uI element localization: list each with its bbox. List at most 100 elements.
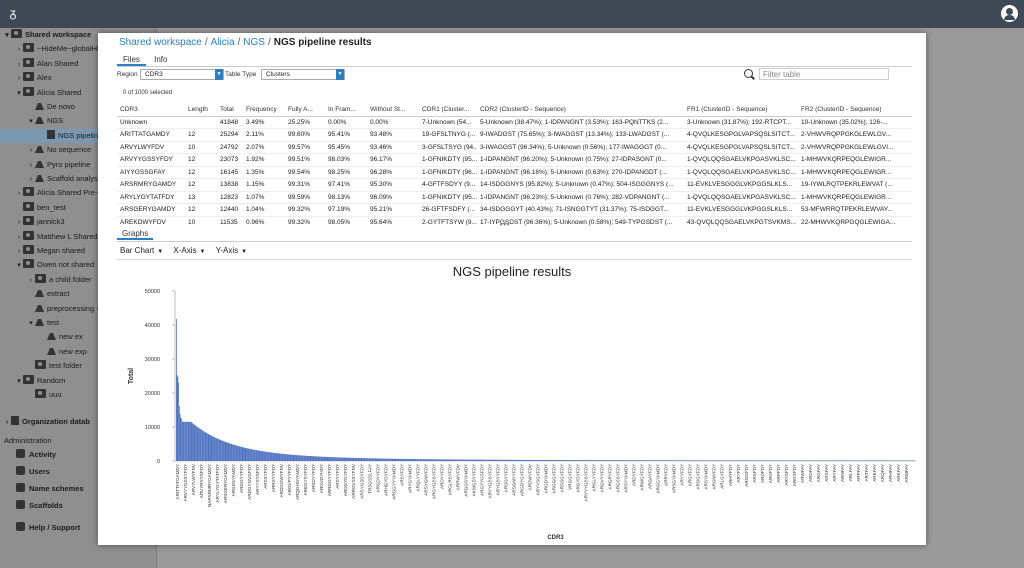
chart-bar[interactable] bbox=[452, 459, 454, 461]
chart-bar[interactable] bbox=[464, 459, 465, 461]
chart-bar[interactable] bbox=[853, 460, 855, 461]
chart-bar[interactable] bbox=[235, 445, 237, 461]
chart-bar[interactable] bbox=[753, 460, 755, 461]
chart-bar[interactable] bbox=[657, 460, 658, 461]
chart-bar[interactable] bbox=[320, 456, 322, 461]
chart-bar[interactable] bbox=[548, 460, 550, 461]
chart-bar[interactable] bbox=[214, 437, 216, 461]
chart-bar[interactable] bbox=[424, 459, 426, 461]
chart-bar[interactable] bbox=[711, 460, 713, 461]
chart-bar[interactable] bbox=[470, 459, 471, 461]
chart-bar[interactable] bbox=[280, 453, 281, 461]
chart-bar[interactable] bbox=[467, 459, 468, 461]
chart-bar[interactable] bbox=[680, 460, 682, 461]
chart-bar[interactable] bbox=[826, 460, 828, 461]
chart-bar[interactable] bbox=[665, 460, 666, 461]
chart-bar[interactable] bbox=[266, 451, 267, 461]
chart-bar[interactable] bbox=[776, 460, 778, 461]
chart-bar[interactable] bbox=[640, 460, 642, 461]
chart-bar[interactable] bbox=[618, 460, 620, 461]
chart-bar[interactable] bbox=[659, 460, 661, 461]
chart-bar[interactable] bbox=[263, 451, 264, 461]
chart-bar[interactable] bbox=[894, 460, 896, 461]
chart-bar[interactable] bbox=[614, 460, 616, 461]
chart-bar[interactable] bbox=[255, 450, 257, 461]
chart-bar[interactable] bbox=[478, 459, 480, 461]
chart-bar[interactable] bbox=[352, 457, 354, 461]
chart-bar[interactable] bbox=[311, 456, 312, 461]
chart-bar[interactable] bbox=[883, 460, 885, 461]
chart-bar[interactable] bbox=[750, 460, 751, 461]
chart-bar[interactable] bbox=[885, 460, 887, 461]
chart-bar[interactable] bbox=[795, 460, 797, 461]
chart-bar[interactable] bbox=[445, 459, 446, 461]
chart-bar[interactable] bbox=[759, 460, 761, 461]
chart-bar[interactable] bbox=[767, 460, 768, 461]
chart-bar[interactable] bbox=[260, 451, 262, 461]
chart-bar[interactable] bbox=[651, 460, 653, 461]
chart-bar[interactable] bbox=[178, 406, 180, 461]
chart-bar[interactable] bbox=[487, 459, 488, 461]
chart-bar[interactable] bbox=[836, 460, 838, 461]
chart-bar[interactable] bbox=[880, 460, 882, 461]
chart-bar[interactable] bbox=[226, 442, 228, 461]
chart-bar[interactable] bbox=[323, 456, 324, 461]
chart-bar[interactable] bbox=[716, 460, 718, 461]
chart-bar[interactable] bbox=[267, 452, 269, 461]
chart-bar[interactable] bbox=[891, 460, 893, 461]
chart-bar[interactable] bbox=[238, 446, 240, 461]
chart-bar[interactable] bbox=[586, 460, 588, 461]
table-row[interactable]: ARVYLWYFDV 10 24792 2.07% 99.57% 95.45% 93.46%… bbox=[117, 141, 912, 154]
chart-bar[interactable] bbox=[857, 460, 859, 461]
chart-bar[interactable] bbox=[838, 460, 839, 461]
chart-bar[interactable] bbox=[553, 460, 555, 461]
chart-bar[interactable] bbox=[504, 459, 506, 461]
chart-bar[interactable] bbox=[827, 460, 829, 461]
chart-bar[interactable] bbox=[437, 459, 439, 461]
chart-bar[interactable] bbox=[490, 459, 491, 461]
chart-bar[interactable] bbox=[558, 460, 559, 461]
chart-bar[interactable] bbox=[396, 458, 397, 461]
chart-bar[interactable] bbox=[632, 460, 634, 461]
chart-bar[interactable] bbox=[277, 453, 278, 461]
chart-bar[interactable] bbox=[329, 457, 331, 461]
chart-bar[interactable] bbox=[442, 459, 443, 461]
chart-bar[interactable] bbox=[184, 421, 185, 461]
chart-bar[interactable] bbox=[665, 460, 667, 461]
column-header[interactable]: Length bbox=[185, 103, 217, 117]
chart-bar[interactable] bbox=[761, 460, 763, 461]
chart-bar[interactable] bbox=[485, 459, 487, 461]
chart-bar[interactable] bbox=[689, 460, 691, 461]
chart-bar[interactable] bbox=[742, 460, 744, 461]
chart-bar[interactable] bbox=[505, 459, 507, 461]
chart-bar[interactable] bbox=[229, 443, 230, 461]
chart-bar[interactable] bbox=[408, 458, 409, 461]
chart-bar[interactable] bbox=[258, 450, 259, 461]
chart-bar[interactable] bbox=[825, 460, 827, 461]
chart-bar[interactable] bbox=[698, 460, 700, 461]
chart-bar[interactable] bbox=[583, 460, 585, 461]
table-row[interactable]: ARYLYGYTATFDY 13 12823 1.07% 99.59% 98.13% 96.… bbox=[117, 191, 912, 204]
chart-bar[interactable] bbox=[893, 460, 895, 461]
chart-bar[interactable] bbox=[341, 457, 343, 461]
chart-bar[interactable] bbox=[308, 455, 310, 461]
chart-bar[interactable] bbox=[914, 460, 915, 461]
admin-item[interactable]: Users bbox=[16, 465, 50, 479]
chart-bar[interactable] bbox=[895, 460, 896, 461]
chart-bar[interactable] bbox=[397, 458, 399, 461]
chart-bar[interactable] bbox=[291, 454, 293, 461]
chart-bar[interactable] bbox=[405, 458, 407, 461]
chart-bar[interactable] bbox=[255, 449, 256, 461]
chart-bar[interactable] bbox=[587, 460, 589, 461]
chart-bar[interactable] bbox=[224, 441, 226, 461]
chart-bar[interactable] bbox=[535, 459, 536, 461]
chart-bar[interactable] bbox=[773, 460, 775, 461]
chart-bar[interactable] bbox=[334, 457, 335, 461]
chart-bar[interactable] bbox=[290, 454, 292, 461]
chart-bar[interactable] bbox=[870, 460, 872, 461]
chart-bar[interactable] bbox=[502, 459, 504, 461]
chart-bar[interactable] bbox=[629, 460, 631, 461]
chart-bar[interactable] bbox=[392, 458, 394, 461]
chart-bar[interactable] bbox=[609, 460, 611, 461]
chart-bar[interactable] bbox=[650, 460, 652, 461]
